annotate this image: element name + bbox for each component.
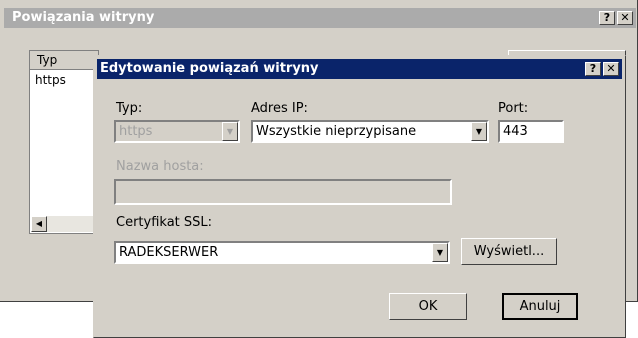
scroll-left-icon[interactable]: ◀: [31, 216, 47, 232]
help-button[interactable]: ?: [599, 11, 615, 25]
edit-binding-dialog: Edytowanie powiązań witryny ? ✕ Typ: htt…: [93, 55, 626, 338]
ssl-label: Certyfikat SSL:: [116, 215, 213, 230]
hostname-input: [114, 179, 452, 205]
site-bindings-title: Powiązania witryny: [12, 10, 155, 25]
ssl-select-value: RADEKSERWER: [119, 245, 219, 260]
site-bindings-title-bar[interactable]: Powiązania witryny ? ✕: [4, 8, 636, 28]
chevron-down-icon: ▼: [222, 122, 238, 141]
horizontal-scrollbar[interactable]: ◀: [31, 216, 97, 232]
port-input[interactable]: 443: [498, 120, 564, 143]
type-label: Typ:: [116, 101, 143, 116]
hostname-label: Nazwa hosta:: [116, 159, 204, 174]
ip-select-value: Wszystkie nieprzypisane: [256, 124, 417, 139]
port-label: Port:: [498, 101, 529, 116]
ip-select[interactable]: Wszystkie nieprzypisane ▼: [251, 120, 489, 143]
chevron-down-icon[interactable]: ▼: [471, 122, 487, 141]
bindings-list[interactable]: Typ https ◀: [29, 50, 99, 234]
type-select-value: https: [119, 124, 153, 139]
ip-label: Adres IP:: [251, 101, 308, 116]
list-item[interactable]: https: [35, 73, 66, 87]
view-certificate-button[interactable]: Wyświetl...: [461, 238, 557, 265]
ok-button[interactable]: OK: [389, 293, 467, 320]
ssl-select[interactable]: RADEKSERWER ▼: [114, 241, 450, 264]
type-select: https ▼: [114, 120, 240, 143]
dialog-close-button[interactable]: ✕: [603, 62, 619, 76]
dialog-help-button[interactable]: ?: [585, 62, 601, 76]
column-header-type[interactable]: Typ: [30, 51, 98, 70]
close-button[interactable]: ✕: [617, 11, 633, 25]
chevron-down-icon[interactable]: ▼: [432, 243, 448, 262]
cancel-button[interactable]: Anuluj: [502, 293, 578, 320]
dialog-title: Edytowanie powiązań witryny: [100, 61, 319, 76]
dialog-title-bar[interactable]: Edytowanie powiązań witryny ? ✕: [97, 59, 622, 79]
